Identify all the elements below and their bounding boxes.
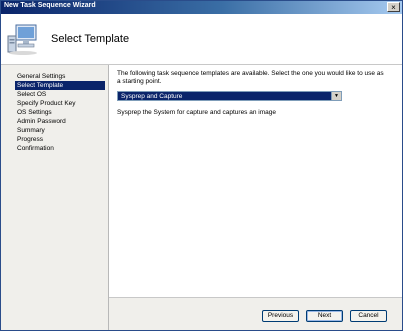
step-admin-password: Admin Password bbox=[17, 118, 66, 125]
wizard-window: New Task Sequence Wizard × Select Templa… bbox=[0, 0, 403, 331]
step-specify-product-key: Specify Product Key bbox=[17, 100, 76, 107]
step-general-settings: General Settings bbox=[17, 73, 66, 80]
chevron-down-icon[interactable]: ▼ bbox=[331, 92, 341, 100]
step-os-settings: OS Settings bbox=[17, 109, 52, 116]
button-bar: Previous Next Cancel bbox=[109, 297, 402, 330]
template-select[interactable]: Sysprep and Capture ▼ bbox=[117, 91, 342, 101]
wizard-steps-pane: General Settings Select Template Select … bbox=[1, 65, 109, 330]
step-select-os: Select OS bbox=[17, 91, 47, 98]
intro-text: The following task sequence templates ar… bbox=[117, 70, 384, 85]
next-button[interactable]: Next bbox=[306, 310, 343, 322]
page-title: Select Template bbox=[51, 33, 130, 45]
template-select-value: Sysprep and Capture bbox=[121, 93, 183, 100]
content-pane: The following task sequence templates ar… bbox=[109, 65, 402, 297]
step-confirmation: Confirmation bbox=[17, 145, 54, 152]
step-select-template: Select Template bbox=[15, 81, 105, 90]
previous-button[interactable]: Previous bbox=[262, 310, 299, 322]
wizard-header: Select Template bbox=[1, 14, 402, 65]
computer-wizard-icon bbox=[7, 24, 37, 55]
close-button[interactable]: × bbox=[387, 2, 400, 12]
title-bar[interactable]: New Task Sequence Wizard × bbox=[1, 1, 402, 14]
step-summary: Summary bbox=[17, 127, 45, 134]
step-progress: Progress bbox=[17, 136, 44, 143]
cancel-button[interactable]: Cancel bbox=[350, 310, 387, 322]
template-description: Sysprep the System for capture and captu… bbox=[117, 109, 276, 116]
window-title: New Task Sequence Wizard bbox=[4, 2, 96, 9]
